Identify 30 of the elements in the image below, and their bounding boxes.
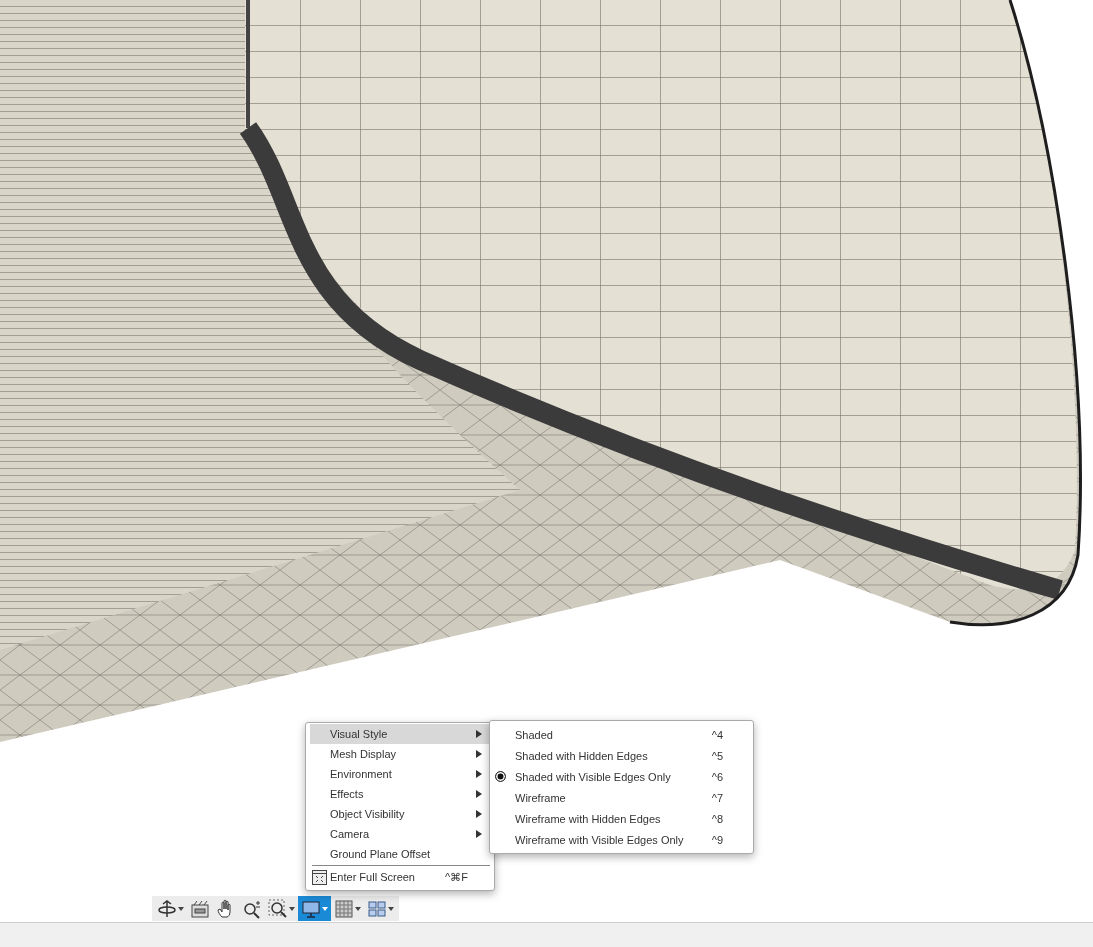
menu-item[interactable]: Shaded with Hidden Edges ^5 [490,745,753,766]
shortcut-label: ^8 [711,812,723,825]
menu-item[interactable]: Mesh Display [310,744,490,764]
menu-item[interactable]: Object Visibility [310,804,490,824]
grid-icon [334,898,354,919]
full-screen-icon [312,869,327,885]
menu-item[interactable]: Environment [310,764,490,784]
look-at-icon [190,898,210,919]
menu-item[interactable]: Wireframe with Hidden Edges ^8 [490,808,753,829]
menu-item[interactable]: Camera [310,824,490,844]
shortcut-label: ^6 [711,770,723,783]
zoom-icon [242,898,262,919]
monitor-tool-button[interactable] [298,896,331,921]
menu-item[interactable]: Shaded with Visible Edges Only ^6 [490,766,753,787]
menu-item[interactable]: Shaded ^4 [490,724,753,745]
viewports-icon [367,898,387,919]
shortcut-label: ^⌘F [445,870,469,884]
shortcut-label: ^7 [711,791,723,804]
menu-item[interactable]: Wireframe with Visible Edges Only ^9 [490,829,753,850]
monitor-icon [301,898,321,919]
shortcut-label: ^4 [711,728,723,741]
menu-item[interactable]: Wireframe ^7 [490,787,753,808]
full-screen-menu-item[interactable]: Enter Full Screen ^⌘F [310,867,490,887]
shortcut-label: ^5 [711,749,723,762]
shortcut-label: ^9 [711,833,723,846]
orbit-icon [157,898,177,919]
menu-item[interactable]: Effects [310,784,490,804]
menu-item[interactable]: Ground Plane Offset [310,844,490,864]
menu-item[interactable]: Visual Style [310,724,490,744]
zoom-fit-icon [268,898,288,919]
